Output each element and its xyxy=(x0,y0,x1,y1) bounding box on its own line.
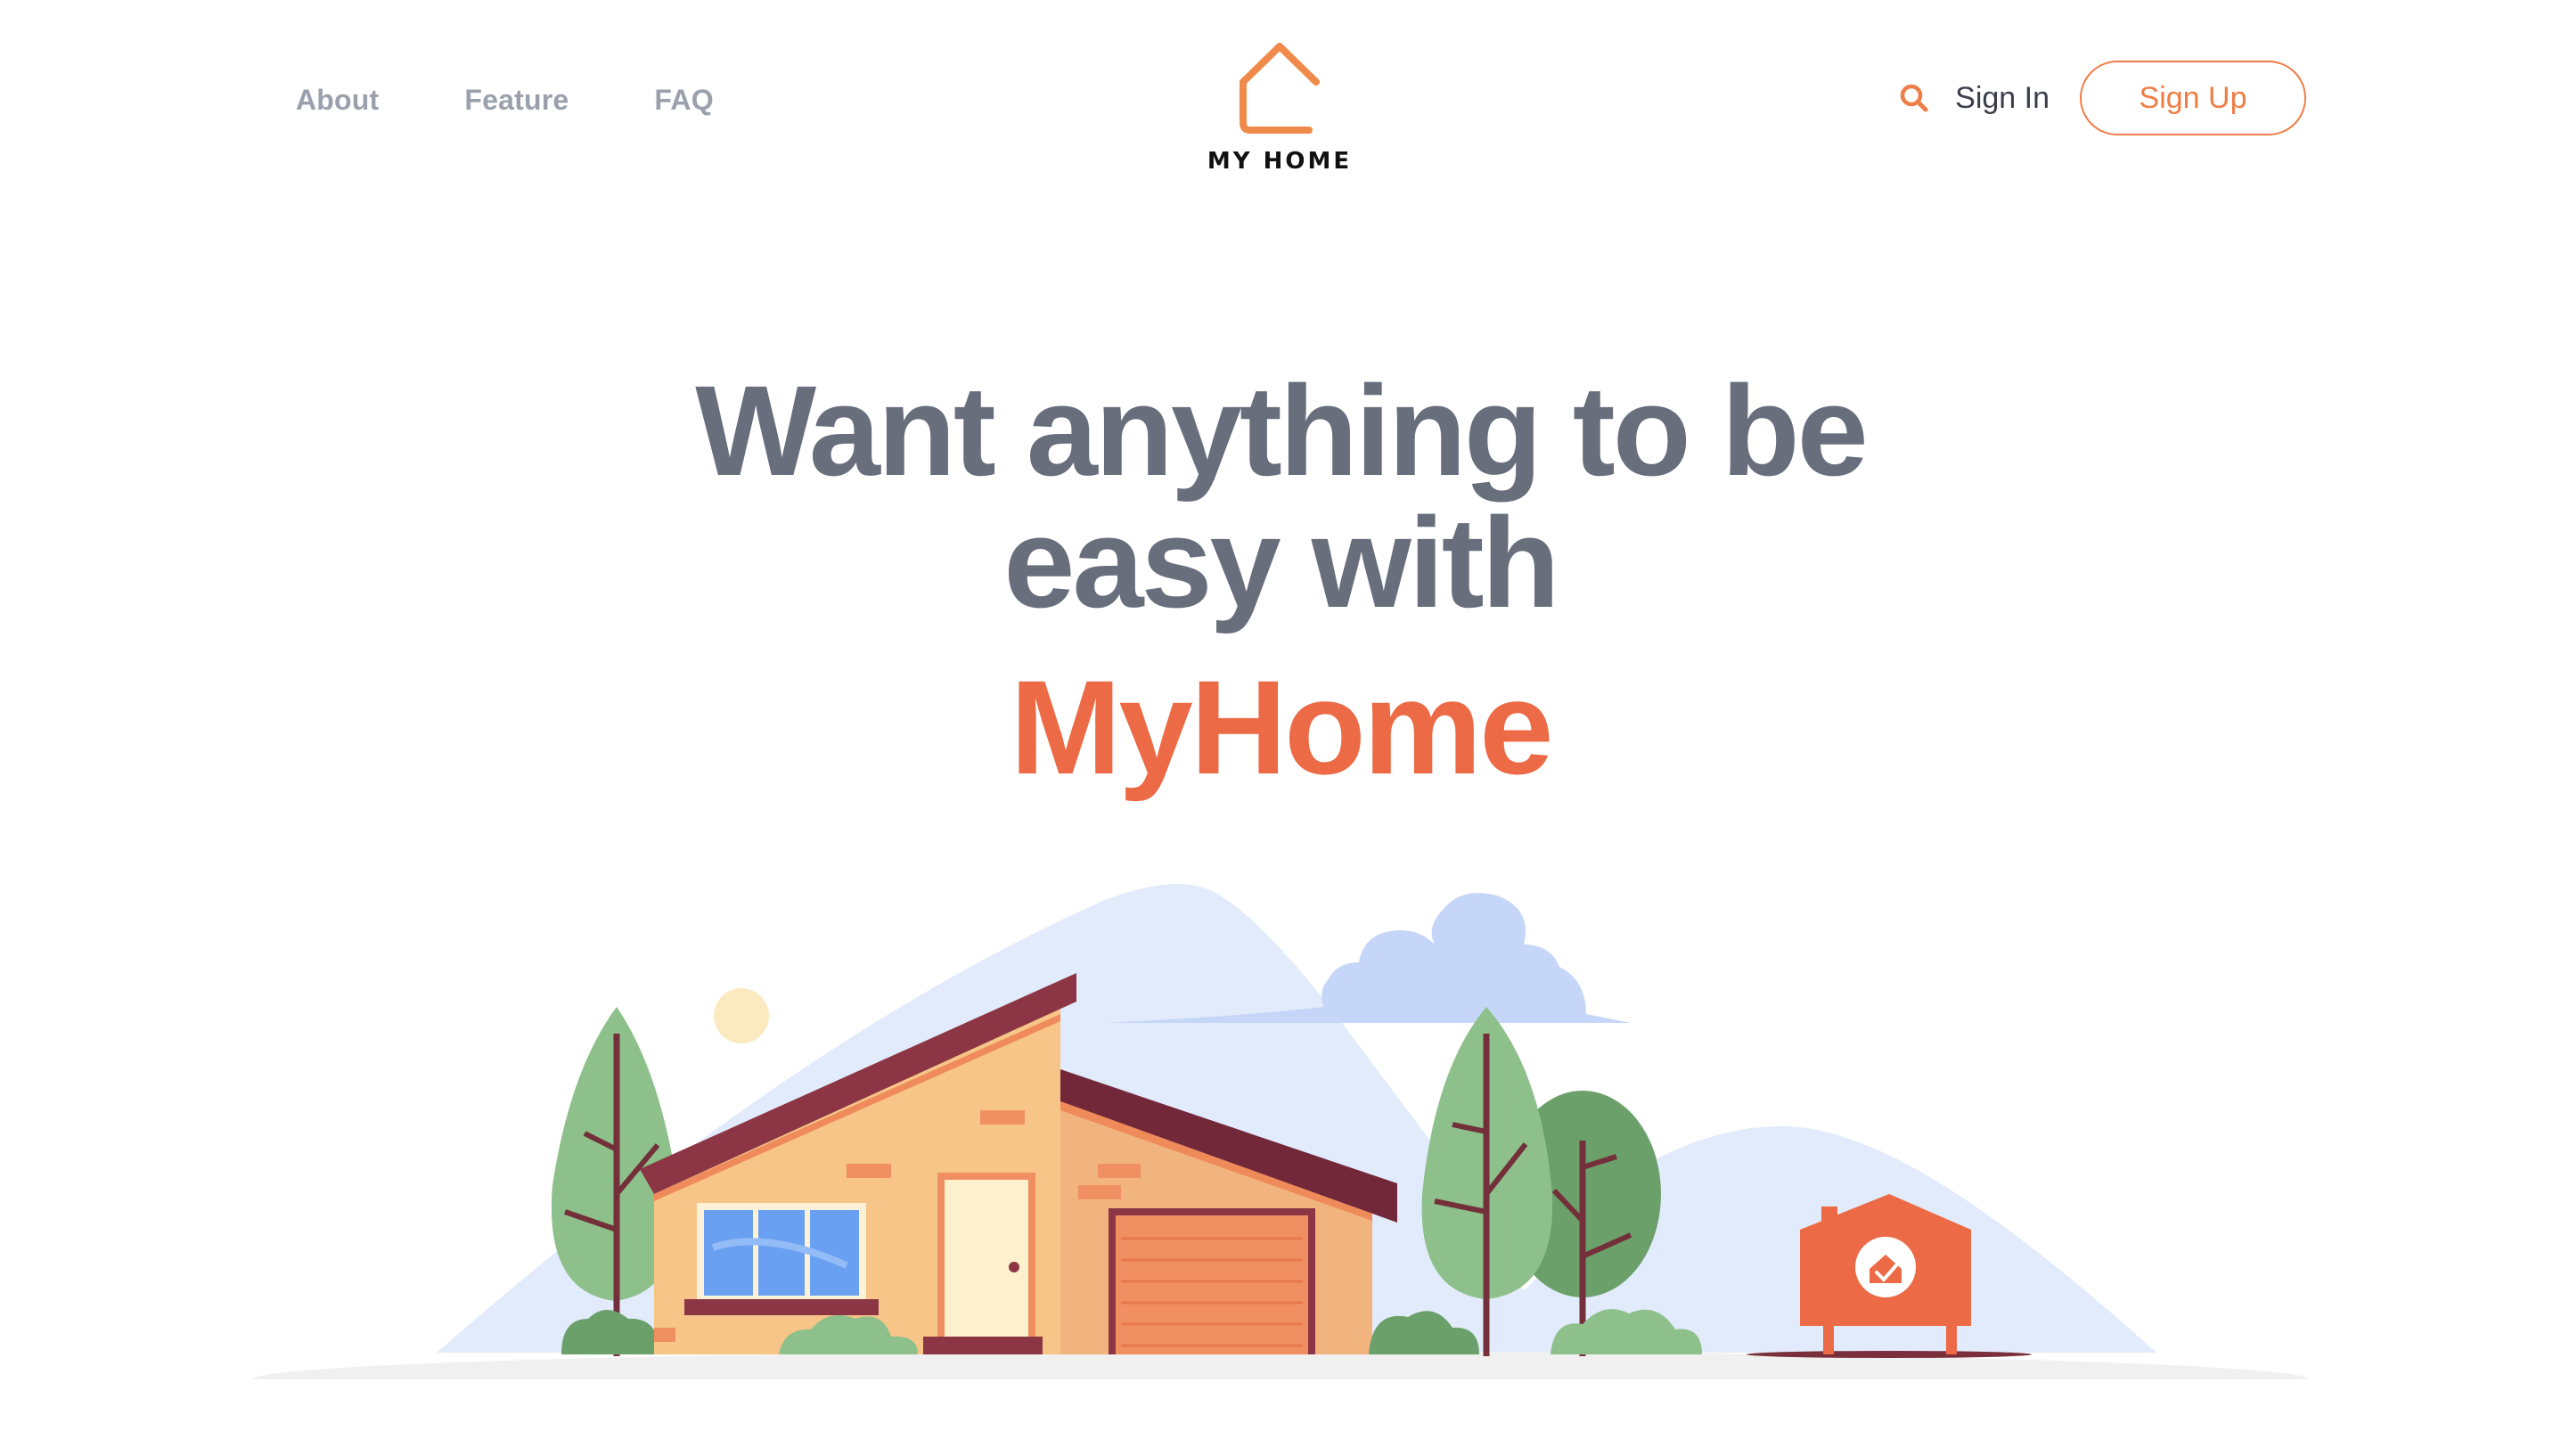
ground-base xyxy=(253,1379,2308,1456)
sun-shape xyxy=(714,988,769,1043)
hero-house-illustration xyxy=(253,884,2308,1456)
